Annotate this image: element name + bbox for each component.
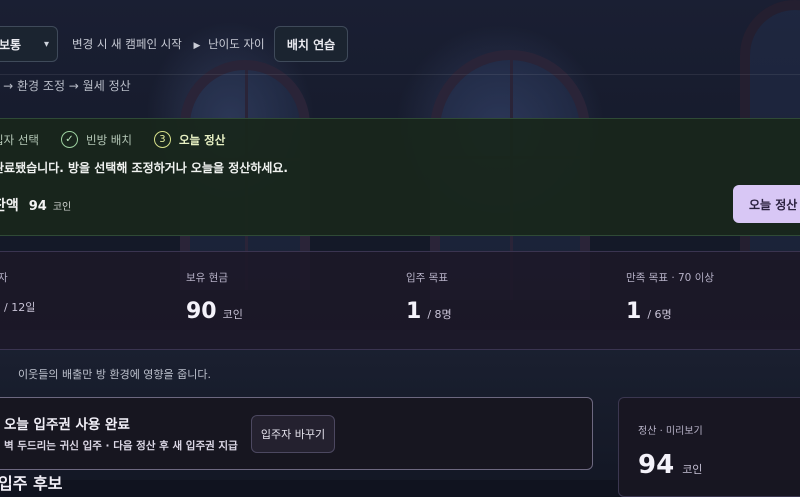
balance-label: 잔액 xyxy=(0,198,19,214)
balance: 잔액 94 코인 xyxy=(0,195,71,215)
stat-unit: / 6명 xyxy=(647,308,672,321)
preview-value: 94 xyxy=(638,450,675,480)
swap-tenant-button[interactable]: 입주자 바꾸기 xyxy=(251,415,335,453)
stat-day: 자 / 12일 xyxy=(0,270,35,315)
stat-satisfaction-goal: 만족 목표 · 70 이상 1 / 6명 xyxy=(626,270,714,324)
check-icon: ✓ xyxy=(60,131,78,148)
step-panel: 입자 선택 ✓ 빈방 배치 3 오늘 정산 완료됐습니다. 방을 선택해 조정하… xyxy=(0,118,800,236)
balance-value: 94 xyxy=(28,199,47,214)
step-3-label: 오늘 정산 xyxy=(178,132,226,147)
balance-unit: 코인 xyxy=(52,202,72,213)
stats-bar: 자 / 12일 보유 현금 90 코인 입주 목표 1 / 8명 만족 목표 ·… xyxy=(0,251,800,350)
stat-caption: 만족 목표 · 70 이상 xyxy=(626,272,715,284)
step-indicator: 입자 선택 ✓ 빈방 배치 3 오늘 정산 xyxy=(0,131,247,148)
stat-unit: / 8명 xyxy=(427,308,452,321)
difficulty-select[interactable]: 보통 ▾ xyxy=(0,26,58,62)
difficulty-value: 보통 xyxy=(0,37,22,52)
stat-caption: 입주 목표 xyxy=(406,272,448,284)
difficulty-change-note: 변경 시 새 캠페인 시작 xyxy=(72,37,182,51)
stat-caption: 보유 현금 xyxy=(186,272,228,284)
toolbar: 보통 ▾ 변경 시 새 캠페인 시작 ▶ 난이도 자이 배치 연습 xyxy=(0,25,800,65)
step-3: 3 오늘 정산 xyxy=(153,131,226,148)
stat-value: 1 xyxy=(406,299,422,324)
preview-caption: 정산 · 미리보기 xyxy=(638,426,703,437)
settlement-preview: 정산 · 미리보기 94 코인 xyxy=(618,397,800,497)
stat-value: 90 xyxy=(186,299,217,324)
step-1: 입자 선택 xyxy=(0,132,39,148)
divider xyxy=(0,74,800,75)
stat-unit: 코인 xyxy=(222,308,243,321)
chevron-down-icon: ▾ xyxy=(43,38,49,50)
step-number-icon: 3 xyxy=(153,131,171,148)
triangle-right-icon: ▶ xyxy=(193,41,201,51)
ticket-card: 오늘 입주권 사용 완료 벽 두드리는 귀신 입주 · 다음 정산 후 새 입주… xyxy=(0,397,593,470)
ticket-detail: 벽 두드리는 귀신 입주 · 다음 정산 후 새 입주권 지급 xyxy=(4,440,238,452)
status-message: 완료됐습니다. 방을 선택해 조정하거나 오늘을 정산하세요. xyxy=(0,161,288,175)
difficulty-note: 변경 시 새 캠페인 시작 ▶ 난이도 자이 xyxy=(72,36,265,52)
stat-cash: 보유 현금 90 코인 xyxy=(186,270,243,324)
stat-unit: / 12일 xyxy=(4,301,36,314)
batch-practice-button[interactable]: 배치 연습 xyxy=(274,26,348,62)
candidates-heading: 입주 후보 xyxy=(0,474,63,493)
step-1-label: 입자 선택 xyxy=(0,132,39,147)
settle-today-button[interactable]: 오늘 정산 xyxy=(733,185,800,223)
preview-unit: 코인 xyxy=(682,463,703,476)
step-2: ✓ 빈방 배치 xyxy=(60,131,132,148)
difficulty-hint: 난이도 자이 xyxy=(208,37,265,51)
ticket-title: 오늘 입주권 사용 완료 xyxy=(4,417,130,433)
stat-caption: 자 xyxy=(0,272,8,284)
stat-tenant-goal: 입주 목표 1 / 8명 xyxy=(406,270,452,324)
flow-breadcrumb: l → 환경 조정 → 월세 정산 xyxy=(0,79,131,93)
step-2-label: 빈방 배치 xyxy=(85,132,132,147)
environment-note: 이웃들의 배출만 방 환경에 영향을 줍니다. xyxy=(18,368,212,381)
stat-value: 1 xyxy=(626,299,642,324)
